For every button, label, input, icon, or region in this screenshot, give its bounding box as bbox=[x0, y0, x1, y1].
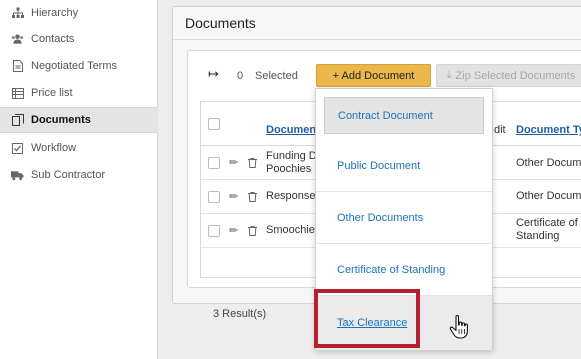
trash-icon[interactable] bbox=[248, 158, 257, 168]
menu-item-other-documents[interactable]: Other Documents bbox=[316, 192, 492, 244]
column-header-document-type[interactable]: Document Typ bbox=[516, 124, 581, 136]
sidebar-item-contacts[interactable]: Contacts bbox=[0, 26, 158, 52]
sidebar-item-negotiated-terms[interactable]: Negotiated Terms bbox=[0, 53, 158, 79]
menu-item-label: Public Document bbox=[337, 159, 421, 172]
row-checkbox[interactable] bbox=[208, 225, 220, 237]
menu-item-label: Certificate of Standing bbox=[337, 263, 446, 276]
sidebar-item-label: Workflow bbox=[31, 142, 77, 154]
download-icon: ⤓ bbox=[446, 69, 452, 81]
pencil-icon[interactable]: ✏ bbox=[229, 224, 238, 237]
document-type: Certificate of Standing bbox=[516, 217, 578, 242]
sitemap-icon bbox=[11, 7, 24, 20]
row-checkbox[interactable] bbox=[208, 157, 220, 169]
users-icon bbox=[11, 33, 24, 46]
zip-selected-documents-button[interactable]: ⤓ Zip Selected Documents bbox=[436, 64, 581, 87]
menu-item-public-document[interactable]: Public Document bbox=[316, 140, 492, 192]
selected-count: 0 bbox=[237, 70, 244, 82]
trash-icon[interactable] bbox=[248, 226, 257, 236]
row-checkbox[interactable] bbox=[208, 191, 220, 203]
right-arrow-icon: ↦ bbox=[208, 66, 219, 81]
menu-item-contract-document[interactable]: Contract Document bbox=[324, 97, 484, 134]
sidebar-item-label: Negotiated Terms bbox=[31, 60, 118, 72]
sidebar-item-label: Sub Contractor bbox=[31, 169, 105, 181]
sidebar-item-workflow[interactable]: Workflow bbox=[0, 135, 158, 161]
checkbox-icon bbox=[11, 142, 24, 155]
copy-icon bbox=[11, 114, 24, 127]
sidebar-item-label: Contacts bbox=[31, 33, 75, 45]
pencil-icon[interactable]: ✏ bbox=[229, 156, 238, 169]
document-icon bbox=[11, 60, 24, 73]
menu-item-label: Other Documents bbox=[337, 211, 424, 224]
results-count: 3 Result(s) bbox=[213, 308, 267, 320]
sidebar-item-sub-contractor[interactable]: Sub Contractor bbox=[0, 162, 158, 188]
hand-cursor-icon bbox=[449, 315, 468, 339]
list-icon bbox=[11, 87, 24, 100]
highlight-box bbox=[314, 289, 420, 348]
sidebar: Hierarchy Contacts Negotiated Terms Pric… bbox=[0, 0, 158, 359]
document-type: Other Docume bbox=[516, 190, 581, 202]
sidebar-item-hierarchy[interactable]: Hierarchy bbox=[0, 0, 158, 26]
document-type: Other Docume bbox=[516, 157, 581, 169]
sidebar-item-label: Hierarchy bbox=[31, 7, 79, 19]
sidebar-item-label: Documents bbox=[31, 114, 91, 126]
zip-label: Zip Selected Documents bbox=[455, 69, 576, 82]
select-all-checkbox[interactable] bbox=[208, 118, 220, 130]
truck-icon bbox=[11, 169, 24, 182]
selected-label: Selected bbox=[255, 70, 298, 82]
add-document-button[interactable]: + Add Document bbox=[316, 64, 431, 87]
add-document-label: + Add Document bbox=[332, 69, 415, 82]
menu-item-label: Contract Document bbox=[338, 109, 433, 122]
column-header-document[interactable]: Document bbox=[266, 124, 320, 136]
sidebar-item-label: Price list bbox=[31, 87, 73, 99]
page-title: Documents bbox=[185, 15, 256, 31]
pencil-icon[interactable]: ✏ bbox=[229, 190, 238, 203]
sidebar-item-price-list[interactable]: Price list bbox=[0, 80, 158, 106]
column-header-edit: dit bbox=[494, 124, 506, 136]
trash-icon[interactable] bbox=[248, 192, 257, 202]
sidebar-item-documents[interactable]: Documents bbox=[0, 107, 158, 133]
divider bbox=[173, 39, 581, 40]
